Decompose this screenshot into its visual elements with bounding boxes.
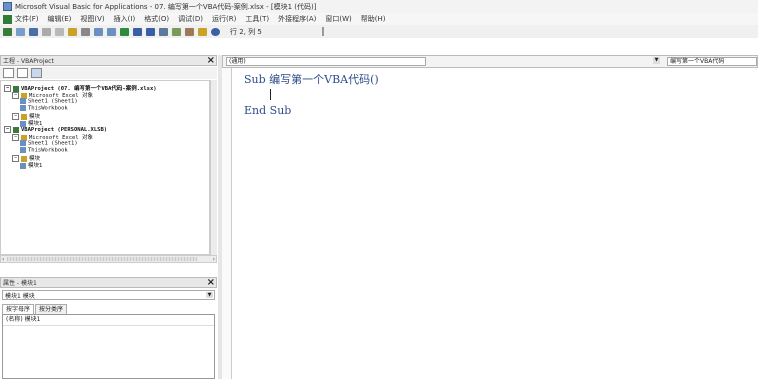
menu-bar: 文件(F) 编辑(E) 视图(V) 插入(I) 格式(O) 调试(D) 运行(R… [0, 13, 758, 25]
expand-toggle-icon[interactable]: − [12, 113, 19, 120]
menu-format[interactable]: 格式(O) [144, 14, 169, 24]
menu-debug[interactable]: 调试(D) [178, 14, 203, 24]
scroll-right-icon[interactable]: › [213, 256, 215, 263]
tree-node-label: Sheet1 (Sheet1) [28, 98, 78, 105]
code-margin[interactable] [222, 68, 232, 379]
project-vertical-scrollbar[interactable] [210, 80, 217, 255]
redo-icon[interactable] [107, 27, 116, 36]
properties-tabs: 按字母序 按分类序 [2, 304, 68, 314]
menu-run[interactable]: 运行(R) [212, 14, 236, 24]
properties-close-icon[interactable]: × [207, 277, 215, 288]
menu-addins[interactable]: 外接程序(A) [278, 14, 316, 24]
project-close-icon[interactable]: × [207, 55, 215, 66]
tree-node[interactable]: ThisWorkbook [20, 105, 68, 112]
expand-toggle-icon[interactable]: − [4, 126, 11, 133]
insert-module-icon[interactable] [16, 27, 25, 36]
paste-icon[interactable] [68, 27, 77, 36]
tab-categorized[interactable]: 按分类序 [35, 304, 68, 314]
project-icon [13, 126, 19, 133]
scroll-left-icon[interactable]: ‹ [2, 256, 4, 263]
reset-icon[interactable] [146, 27, 155, 36]
vba-app-icon [3, 2, 12, 11]
code-line-1[interactable]: Sub 编写第一个VBA代码() [244, 71, 379, 87]
break-icon[interactable] [133, 27, 142, 36]
tree-node-label: Sheet1 (Sheet1) [28, 140, 78, 147]
text-cursor [270, 89, 271, 100]
toolbar-grip[interactable] [321, 27, 324, 36]
menu-tools[interactable]: 工具(T) [245, 14, 269, 24]
tree-node-label: 模块1 [28, 163, 43, 169]
copy-icon[interactable] [55, 27, 64, 36]
undo-icon[interactable] [94, 27, 103, 36]
object-select[interactable]: 模块1 模块 ▼ [2, 290, 215, 300]
toggle-folders-icon[interactable] [31, 68, 42, 78]
module-icon [20, 105, 26, 111]
excel-icon[interactable] [3, 14, 12, 24]
scroll-thumb[interactable] [7, 257, 197, 261]
object-combo[interactable]: (通用) [226, 57, 426, 66]
property-row-name[interactable]: (名称) 模块1 [3, 315, 214, 326]
code-line-3[interactable]: End Sub [244, 104, 291, 117]
expand-toggle-icon[interactable]: − [4, 85, 11, 92]
view-object-icon[interactable] [17, 68, 28, 78]
object-combo-value: (通用) [229, 58, 246, 65]
properties-pane-title-text: 属性 - 模块1 [3, 280, 37, 287]
tree-node[interactable]: ThisWorkbook [20, 147, 68, 154]
code-editor[interactable] [222, 68, 758, 379]
menu-view[interactable]: 视图(V) [80, 14, 104, 24]
chevron-down-icon[interactable]: ▼ [206, 292, 213, 298]
design-mode-icon[interactable] [159, 27, 168, 36]
expand-toggle-icon[interactable]: − [12, 155, 19, 162]
tree-node[interactable]: 模块1 [20, 161, 42, 169]
tab-alphabetic[interactable]: 按字母序 [2, 304, 35, 314]
find-icon[interactable] [81, 27, 90, 36]
save-icon[interactable] [29, 27, 38, 36]
menu-window[interactable]: 窗口(W) [325, 14, 351, 24]
help-icon[interactable] [211, 27, 220, 36]
window-title: Microsoft Visual Basic for Applications … [15, 2, 317, 11]
procedure-combo[interactable]: 编写第一个VBA代码 [667, 57, 757, 66]
menu-insert[interactable]: 插入(I) [114, 14, 136, 24]
menu-help[interactable]: 帮助(H) [361, 14, 386, 24]
chevron-down-icon[interactable]: ▼ [653, 57, 660, 64]
module-icon [20, 140, 26, 146]
properties-icon[interactable] [185, 27, 194, 36]
module-icon [20, 147, 26, 153]
menu-file[interactable]: 文件(F) [15, 14, 39, 24]
project-pane-title-text: 工程 - VBAProject [3, 58, 54, 65]
expand-toggle-icon[interactable]: − [12, 134, 19, 141]
project-pane-title: 工程 - VBAProject × [0, 55, 217, 66]
view-excel-icon[interactable] [3, 27, 12, 36]
tree-node-label: ThisWorkbook [28, 105, 68, 112]
object-browser-icon[interactable] [198, 27, 207, 36]
object-select-value: 模块1 模块 [5, 292, 35, 300]
project-explorer-icon[interactable] [172, 27, 181, 36]
procedure-combo-value: 编写第一个VBA代码 [670, 58, 725, 65]
module-icon [20, 98, 26, 104]
cut-icon[interactable] [42, 27, 51, 36]
tree-node-label: ThisWorkbook [28, 147, 68, 154]
view-code-icon[interactable] [3, 68, 14, 78]
tree-node[interactable]: − VBAProject (PERSONAL.XLSB) [4, 126, 107, 133]
object-combo-dropdown[interactable]: ▼ [653, 57, 661, 66]
project-horizontal-scrollbar[interactable]: ‹ › [0, 255, 217, 263]
properties-grid: (名称) 模块1 [2, 314, 215, 379]
module-icon [20, 162, 26, 169]
standard-toolbar: 行 2, 列 5 [0, 25, 758, 38]
project-toolbar [0, 67, 217, 79]
run-icon[interactable] [120, 27, 129, 36]
properties-pane-title: 属性 - 模块1 × [0, 277, 217, 288]
title-bar: Microsoft Visual Basic for Applications … [0, 0, 758, 13]
project-tree: − VBAProject (07. 编写第一个VBA代码-案例.xlsx) − Mic… [0, 80, 210, 255]
code-window-header: (通用) ▼ 编写第一个VBA代码 [222, 55, 758, 68]
menu-edit[interactable]: 编辑(E) [48, 14, 72, 24]
tree-node[interactable]: Sheet1 (Sheet1) [20, 98, 78, 105]
cursor-position: 行 2, 列 5 [230, 27, 262, 36]
expand-toggle-icon[interactable]: − [12, 92, 19, 99]
tree-node[interactable]: Sheet1 (Sheet1) [20, 140, 78, 147]
